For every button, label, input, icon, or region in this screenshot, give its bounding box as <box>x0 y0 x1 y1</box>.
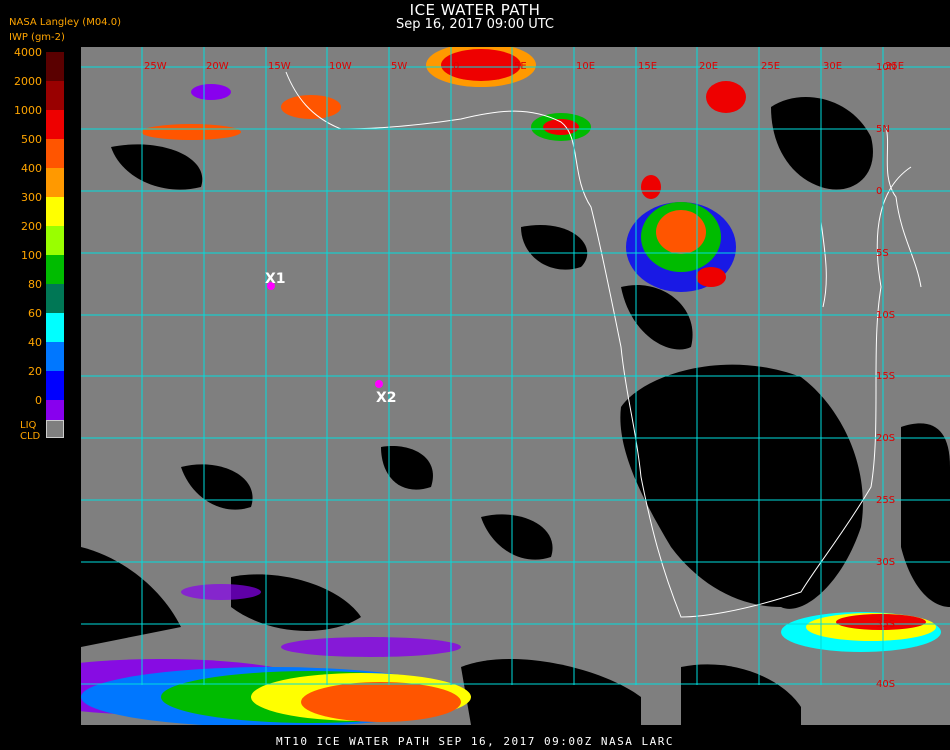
lon-label: 15W <box>268 61 291 72</box>
lon-label: 30E <box>823 61 842 72</box>
legend-swatch-1 <box>46 81 64 110</box>
lon-label: 10W <box>329 61 352 72</box>
legend-swatch-8 <box>46 284 64 313</box>
satellite-map: 25W 20W 15W 10W 5W 0 5E 10E 15E 20E 25E 30E 35E 10N 5… <box>1 43 950 727</box>
lat-label: 15S <box>876 371 895 382</box>
legend-label-8: 80 <box>28 278 42 291</box>
legend-label-6: 200 <box>21 220 42 233</box>
map-subtitle: Sep 16, 2017 09:00 UTC <box>395 17 555 32</box>
legend-swatch-6 <box>46 226 64 255</box>
legend-label-4: 400 <box>21 162 42 175</box>
lon-label: 25W <box>144 61 167 72</box>
lon-label: 5W <box>391 61 407 72</box>
lat-label: 5N <box>876 124 890 135</box>
marker-label: X2 <box>376 390 397 406</box>
legend-swatch-7 <box>46 255 64 284</box>
legend-swatch-4 <box>46 168 64 197</box>
legend-swatch-10 <box>46 342 64 371</box>
map-canvas: 25W 20W 15W 10W 5W 0 5E 10E 15E 20E 25E 30E 35E 10N5… <box>1 43 950 727</box>
legend-label-5: 300 <box>21 191 42 204</box>
lat-label: 10S <box>876 310 895 321</box>
legend-swatch-2 <box>46 110 64 139</box>
lon-label: 20E <box>699 61 718 72</box>
legend-label-7: 100 <box>21 249 42 262</box>
lat-label: 20S <box>876 433 895 444</box>
lon-label: 0 <box>453 61 459 72</box>
lat-label: 25S <box>876 495 895 506</box>
lon-label: 20W <box>206 61 229 72</box>
legend-swatch-5 <box>46 197 64 226</box>
lat-label: 35S <box>876 619 895 630</box>
lat-label: 30S <box>876 557 895 568</box>
lon-label: 15E <box>638 61 657 72</box>
marker-label: X1 <box>265 271 286 287</box>
legend-swatch-11 <box>46 371 64 400</box>
lon-label: 25E <box>761 61 780 72</box>
legend-label-1: 2000 <box>14 75 42 88</box>
legend-label-9: 60 <box>28 307 42 320</box>
lat-label: 0 <box>876 186 882 197</box>
color-legend: 4000 2000 1000 500 400 300 200 100 80 60 40 20 0 <box>0 0 80 450</box>
lat-label: 5S <box>876 248 889 259</box>
legend-label-0: 4000 <box>14 46 42 59</box>
marker-dot <box>375 380 383 388</box>
footer-caption: MT10 ICE WATER PATH SEP 16, 2017 09:00Z … <box>275 735 674 748</box>
lon-label: 5E <box>514 61 527 72</box>
legend-swatch-9 <box>46 313 64 342</box>
legend-swatch-0 <box>46 52 64 81</box>
liquid-cloud-label-1: LIQ <box>20 420 37 431</box>
legend-label-10: 40 <box>28 336 42 349</box>
latitude-labels: 10N 5N 0 5S 10S 15S 20S 25S 30S 35S 40S <box>876 62 896 690</box>
lat-label: 40S <box>876 679 895 690</box>
liquid-cloud-swatch <box>46 420 64 438</box>
legend-label-3: 500 <box>21 133 42 146</box>
lat-label: 10N <box>876 62 896 73</box>
legend-swatch-3 <box>46 139 64 168</box>
lon-label: 10E <box>576 61 595 72</box>
legend-label-11: 20 <box>28 365 42 378</box>
legend-label-12: 0 <box>35 394 42 407</box>
markers: X1 X2 <box>265 271 397 406</box>
liquid-cloud-label-2: CLD <box>20 431 41 442</box>
legend-label-2: 1000 <box>14 104 42 117</box>
